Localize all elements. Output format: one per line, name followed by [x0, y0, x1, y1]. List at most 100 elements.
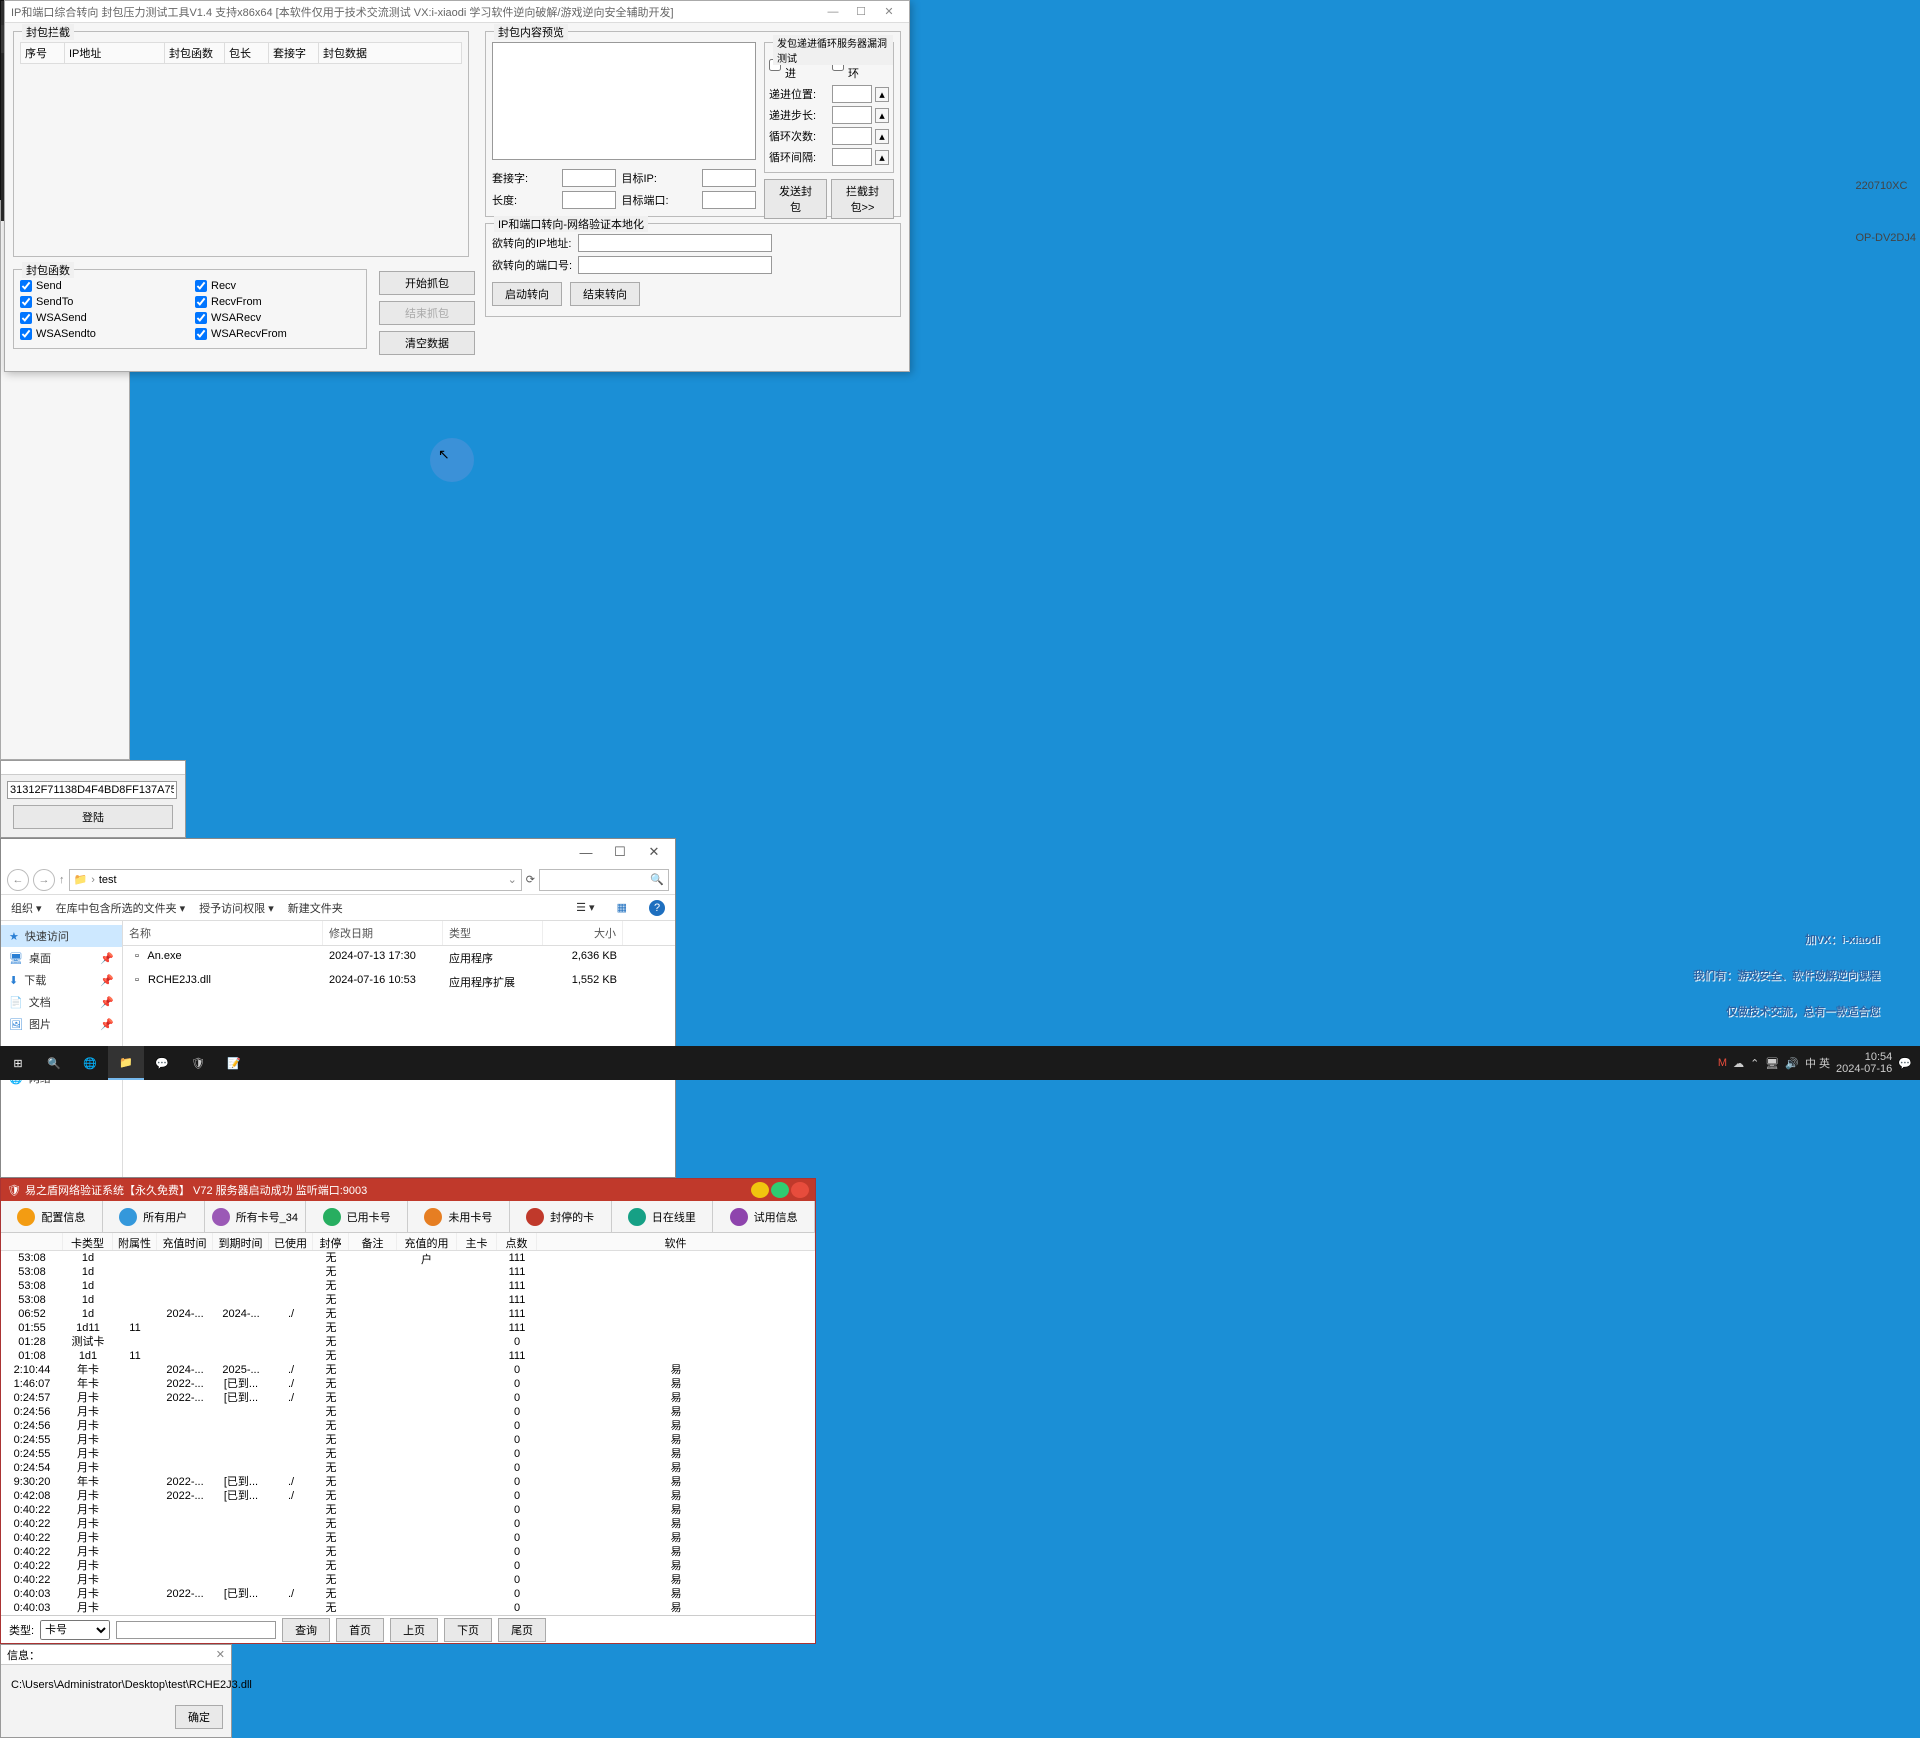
table-row[interactable]: 0:24:55月卡无0易: [1, 1433, 815, 1447]
sh-min[interactable]: [751, 1182, 769, 1198]
sh-col[interactable]: 软件: [537, 1233, 815, 1250]
sh-col[interactable]: 已使用: [269, 1233, 313, 1250]
chk-wsarecv[interactable]: WSARecv: [195, 312, 360, 324]
table-row[interactable]: 0:40:03月卡无0易: [1, 1601, 815, 1615]
table-row[interactable]: 0:40:03月卡2022-...[已到..../无0易: [1, 1587, 815, 1601]
explorer-search[interactable]: 🔍: [539, 869, 669, 891]
sock-input[interactable]: [562, 169, 616, 187]
intercept-button[interactable]: 拦截封包>>: [831, 179, 894, 219]
search-button[interactable]: 🔍: [36, 1046, 72, 1080]
tray-net-icon[interactable]: 🖥: [1765, 1057, 1779, 1070]
th-ip[interactable]: IP地址: [65, 43, 165, 64]
start-redirect-button[interactable]: 启动转向: [492, 282, 562, 306]
refresh-button[interactable]: ⟳: [526, 873, 535, 886]
col-size[interactable]: 大小: [543, 921, 623, 945]
table-row[interactable]: 53:081d无111: [1, 1251, 815, 1265]
exp-min[interactable]: —: [569, 845, 603, 860]
chk-wsasendto[interactable]: WSASendto: [20, 328, 185, 340]
notif-icon[interactable]: 💬: [1898, 1057, 1912, 1070]
prev-button[interactable]: 上页: [390, 1618, 438, 1642]
tb-edge[interactable]: 🌐: [72, 1046, 108, 1080]
sh-col[interactable]: 充值时间: [157, 1233, 213, 1250]
tab-2[interactable]: 所有卡号_34: [205, 1201, 307, 1232]
tb-app1[interactable]: 💬: [144, 1046, 180, 1080]
tree-downloads[interactable]: ⬇下载📌: [1, 969, 122, 991]
tgtip-input[interactable]: [702, 169, 756, 187]
stop-redirect-button[interactable]: 结束转向: [570, 282, 640, 306]
tree-pics[interactable]: 🖼图片📌: [1, 1013, 122, 1035]
sh-col[interactable]: [1, 1233, 63, 1250]
minimize-button[interactable]: —: [819, 3, 847, 21]
table-row[interactable]: 0:40:22月卡无0易: [1, 1559, 815, 1573]
table-row[interactable]: 0:24:56月卡无0易: [1, 1419, 815, 1433]
loop-spin[interactable]: ▴: [875, 129, 889, 144]
maximize-button[interactable]: ☐: [847, 3, 875, 21]
shield-rows[interactable]: 53:081d无11153:081d无11153:081d无11153:081d…: [1, 1251, 815, 1615]
table-row[interactable]: 0:40:22月卡无0易: [1, 1517, 815, 1531]
sh-col[interactable]: 封停: [313, 1233, 349, 1250]
cmd-share[interactable]: 授予访问权限 ▾: [199, 900, 274, 916]
tree-docs[interactable]: 📄文档📌: [1, 991, 122, 1013]
col-type[interactable]: 类型: [443, 921, 543, 945]
table-row[interactable]: 01:081d111无111: [1, 1349, 815, 1363]
len-input[interactable]: [562, 191, 616, 209]
clock-date[interactable]: 2024-07-16: [1836, 1063, 1892, 1075]
table-row[interactable]: 53:081d无111: [1, 1265, 815, 1279]
tab-7[interactable]: 试用信息: [713, 1201, 815, 1232]
tb-app3[interactable]: 📝: [216, 1046, 252, 1080]
th-len[interactable]: 包长: [225, 43, 269, 64]
stop-capture-button[interactable]: 结束抓包: [379, 301, 475, 325]
sh-col[interactable]: 卡类型: [63, 1233, 113, 1250]
chk-recv[interactable]: Recv: [195, 280, 360, 292]
back-button[interactable]: ←: [7, 869, 29, 891]
sh-col[interactable]: 充值的用户: [397, 1233, 457, 1250]
th-func[interactable]: 封包函数: [165, 43, 225, 64]
col-date[interactable]: 修改日期: [323, 921, 443, 945]
th-seq[interactable]: 序号: [21, 43, 65, 64]
exp-max[interactable]: ☐: [603, 844, 637, 860]
up-button[interactable]: ↑: [59, 874, 65, 886]
table-row[interactable]: 0:24:57月卡2022-...[已到..../无0易: [1, 1391, 815, 1405]
tray-cloud-icon[interactable]: ☁: [1733, 1057, 1744, 1070]
tab-4[interactable]: 未用卡号: [408, 1201, 510, 1232]
rip-input[interactable]: [578, 234, 772, 252]
sh-max[interactable]: [771, 1182, 789, 1198]
clear-button[interactable]: 清空数据: [379, 331, 475, 355]
info-ok-button[interactable]: 确定: [175, 1705, 223, 1729]
tray-vol-icon[interactable]: 🔊: [1785, 1057, 1799, 1070]
preview-textarea[interactable]: [492, 42, 756, 160]
sh-col[interactable]: 到期时间: [213, 1233, 269, 1250]
table-row[interactable]: 06:521d2024-...2024-..../无111: [1, 1307, 815, 1321]
sh-col[interactable]: 点数: [497, 1233, 537, 1250]
tab-1[interactable]: 所有用户: [103, 1201, 205, 1232]
chk-wsarecvfrom[interactable]: WSARecvFrom: [195, 328, 360, 340]
tb-app2[interactable]: 🛡: [180, 1046, 216, 1080]
tgtport-input[interactable]: [702, 191, 756, 209]
start-button[interactable]: ⊞: [0, 1046, 36, 1080]
explorer-titlebar[interactable]: — ☐ ✕: [1, 839, 675, 865]
type-select[interactable]: 卡号: [40, 1620, 110, 1640]
address-bar[interactable]: 📁 › test ⌄: [69, 869, 522, 891]
next-button[interactable]: 下页: [444, 1618, 492, 1642]
rport-input[interactable]: [578, 256, 772, 274]
ime-indicator[interactable]: 中 英: [1805, 1055, 1830, 1071]
last-button[interactable]: 尾页: [498, 1618, 546, 1642]
table-row[interactable]: 53:081d无111: [1, 1279, 815, 1293]
clock-time[interactable]: 10:54: [1836, 1051, 1892, 1063]
step-input[interactable]: [832, 106, 872, 124]
table-row[interactable]: 0:42:08月卡2022-...[已到..../无0易: [1, 1489, 815, 1503]
w1-titlebar[interactable]: IP和端口综合转向 封包压力测试工具V1.4 支持x86x64 [本软件仅用于技…: [5, 1, 909, 23]
file-row[interactable]: ▫ An.exe2024-07-13 17:30应用程序2,636 KB: [123, 946, 675, 970]
tab-3[interactable]: 已用卡号: [306, 1201, 408, 1232]
table-row[interactable]: 0:40:22月卡无0易: [1, 1531, 815, 1545]
tab-6[interactable]: 日在线里: [612, 1201, 714, 1232]
key-input[interactable]: [7, 781, 177, 799]
login-button[interactable]: 登陆: [13, 805, 173, 829]
start-capture-button[interactable]: 开始抓包: [379, 271, 475, 295]
close-button[interactable]: ✕: [875, 3, 903, 21]
cmd-newfolder[interactable]: 新建文件夹: [288, 900, 343, 916]
table-row[interactable]: 1:46:07年卡2022-...[已到..../无0易: [1, 1377, 815, 1391]
tb-explorer[interactable]: 📁: [108, 1046, 144, 1080]
help-icon[interactable]: ?: [649, 900, 665, 916]
th-sock[interactable]: 套接字: [269, 43, 319, 64]
